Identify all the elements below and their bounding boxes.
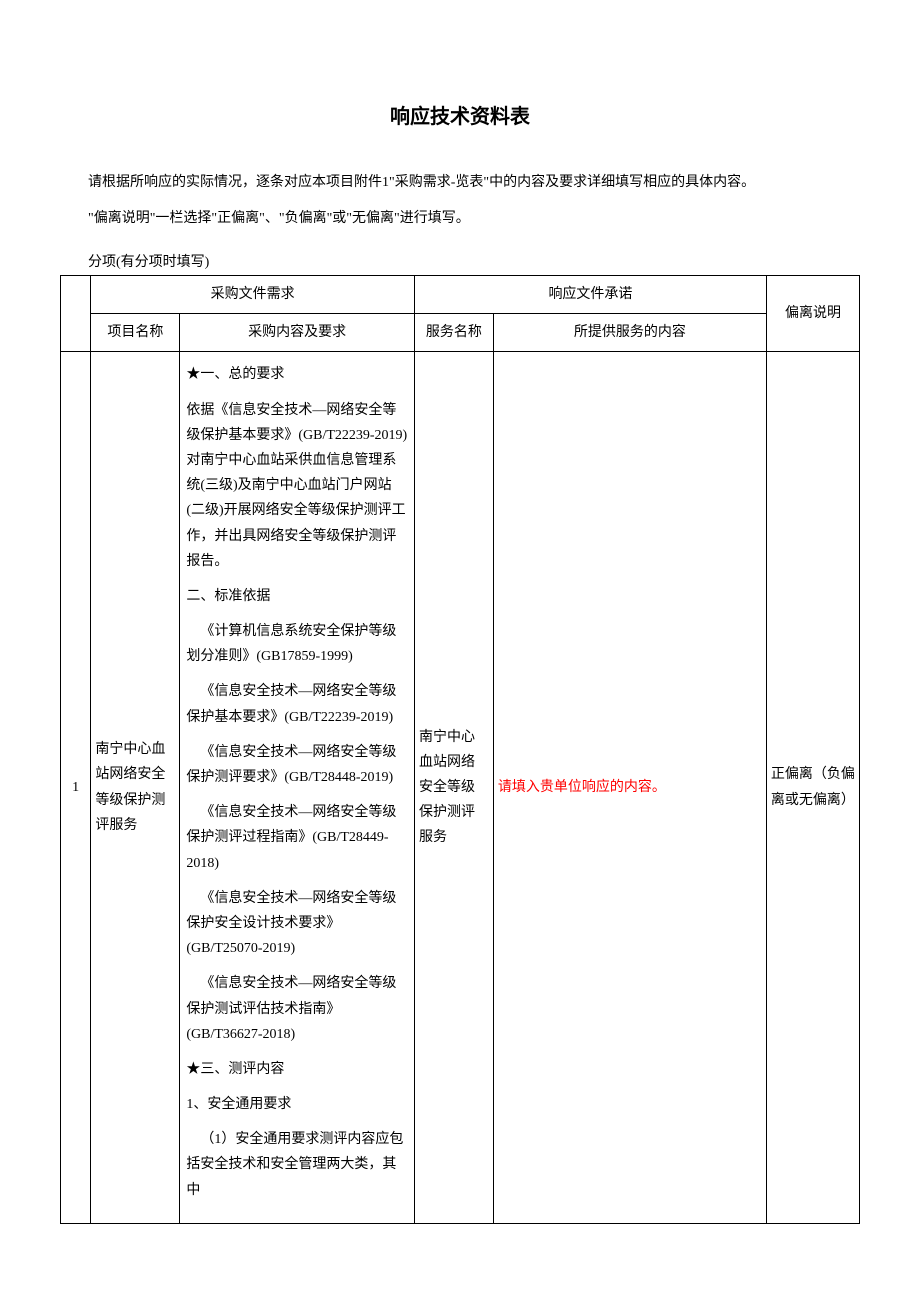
req-line: 《信息安全技术—网络安全等级保护测评过程指南》(GB/T28449-2018) xyxy=(186,800,408,876)
table-header-group-row: 采购文件需求 响应文件承诺 偏离说明 xyxy=(61,276,860,314)
req-line: 《信息安全技术—网络安全等级保护测评要求》(GB/T28448-2019) xyxy=(186,740,408,790)
header-resp-group: 响应文件承诺 xyxy=(414,276,766,314)
req-line: 依据《信息安全技术—网络安全等级保护基本要求》(GB/T22239-2019)对… xyxy=(186,398,408,574)
req-line: （1）安全通用要求测评内容应包括安全技术和安全管理两大类，其中 xyxy=(186,1127,408,1203)
header-project-name: 项目名称 xyxy=(91,314,180,352)
header-num xyxy=(61,276,91,352)
table-header-sub-row: 项目名称 采购内容及要求 服务名称 所提供服务的内容 xyxy=(61,314,860,352)
cell-requirements: ★一、总的要求 依据《信息安全技术—网络安全等级保护基本要求》(GB/T2223… xyxy=(180,352,415,1223)
req-line: 1、安全通用要求 xyxy=(186,1092,408,1117)
header-content-req: 采购内容及要求 xyxy=(180,314,415,352)
req-line: 二、标准依据 xyxy=(186,584,408,609)
req-line: ★三、测评内容 xyxy=(186,1057,408,1082)
req-line: 《信息安全技术—网络安全等级保护安全设计技术要求》(GB/T25070-2019… xyxy=(186,886,408,962)
cell-response-content: 请填入贵单位响应的内容。 xyxy=(493,352,766,1223)
req-line: ★一、总的要求 xyxy=(186,362,408,387)
response-table: 采购文件需求 响应文件承诺 偏离说明 项目名称 采购内容及要求 服务名称 所提供… xyxy=(60,275,860,1224)
intro-paragraph-2: "偏离说明"一栏选择"正偏离"、"负偏离"或"无偏离"进行填写。 xyxy=(60,205,860,233)
table-row: 1 南宁中心血站网络安全等级保护测评服务 ★一、总的要求 依据《信息安全技术—网… xyxy=(61,352,860,1223)
cell-deviation: 正偏离（负偏离或无偏离） xyxy=(766,352,859,1223)
cell-num: 1 xyxy=(61,352,91,1223)
page-title: 响应技术资料表 xyxy=(60,100,860,129)
header-deviation: 偏离说明 xyxy=(766,276,859,352)
cell-service-name: 南宁中心血站网络安全等级保护测评服务 xyxy=(414,352,493,1223)
header-service-name: 服务名称 xyxy=(414,314,493,352)
cell-project-name: 南宁中心血站网络安全等级保护测评服务 xyxy=(91,352,180,1223)
intro-paragraph-1: 请根据所响应的实际情况，逐条对应本项目附件1"采购需求-览表"中的内容及要求详细… xyxy=(60,169,860,197)
subitem-label: 分项(有分项时填写) xyxy=(60,251,860,271)
header-service-content: 所提供服务的内容 xyxy=(493,314,766,352)
req-line: 《信息安全技术—网络安全等级保护测试评估技术指南》(GB/T36627-2018… xyxy=(186,971,408,1047)
header-req-group: 采购文件需求 xyxy=(91,276,415,314)
req-line: 《信息安全技术—网络安全等级保护基本要求》(GB/T22239-2019) xyxy=(186,679,408,729)
response-placeholder: 请填入贵单位响应的内容。 xyxy=(498,780,666,795)
req-line: 《计算机信息系统安全保护等级划分准则》(GB17859-1999) xyxy=(186,619,408,669)
